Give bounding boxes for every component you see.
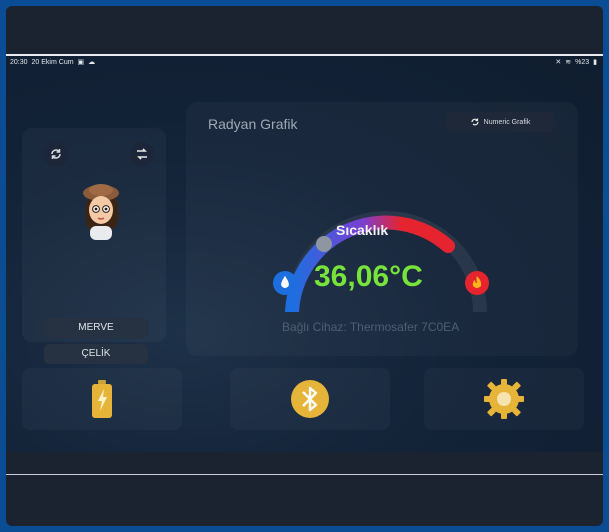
- battery-panel[interactable]: [22, 368, 182, 430]
- battery-icon: [92, 380, 112, 418]
- refresh-button[interactable]: [44, 142, 68, 166]
- battery-percent: %23: [575, 59, 590, 66]
- user-card: MERVE ÇELİK: [22, 128, 166, 364]
- bottom-divider: [6, 474, 603, 475]
- connected-device: Bağlı Cihaz: Thermosafer 7C0EA: [282, 320, 460, 334]
- last-name-pill[interactable]: ÇELİK: [44, 344, 148, 364]
- refresh-icon: [51, 149, 61, 159]
- wifi-icon: ≋: [565, 59, 572, 66]
- temperature-value: 36,06°C: [314, 260, 423, 293]
- settings-gear-icon: [484, 379, 524, 419]
- bluetooth-panel[interactable]: [230, 368, 390, 430]
- status-time: 20:30: [10, 59, 28, 66]
- calendar-icon: ▣: [77, 59, 85, 66]
- gauge-label: Sıcaklık: [336, 222, 389, 238]
- device-frame: 20:30 20 Ekim Cum ▣ ☁ ✕ ≋ %23 ▮ MERVE ÇE…: [6, 6, 603, 526]
- switch-user-button[interactable]: [130, 142, 154, 166]
- mute-icon: ✕: [555, 59, 562, 66]
- settings-panel[interactable]: [424, 368, 584, 430]
- first-name-pill[interactable]: MERVE: [44, 318, 148, 338]
- status-date: 20 Ekim Cum: [31, 59, 74, 66]
- fire-icon: [465, 271, 489, 295]
- avatar-image: [83, 184, 119, 240]
- water-drop-icon: [273, 271, 297, 295]
- numeric-graph-button[interactable]: Numeric Grafik: [446, 112, 554, 132]
- top-band: [6, 6, 603, 54]
- refresh-icon: [471, 118, 479, 126]
- numeric-graph-label: Numeric Grafik: [483, 118, 531, 126]
- status-bar: 20:30 20 Ekim Cum ▣ ☁ ✕ ≋ %23 ▮: [6, 56, 603, 70]
- cloud-icon: ☁: [88, 59, 96, 66]
- swap-icon: [137, 148, 147, 160]
- gauge-card-title: Radyan Grafik: [208, 116, 298, 132]
- battery-status-icon: ▮: [593, 59, 597, 66]
- gauge-card: Radyan Grafik Numeric Grafik Sıcaklık 36…: [186, 102, 578, 356]
- bluetooth-icon: [291, 380, 329, 418]
- gauge-handle[interactable]: [316, 236, 332, 252]
- app-screen: 20:30 20 Ekim Cum ▣ ☁ ✕ ≋ %23 ▮ MERVE ÇE…: [6, 56, 603, 452]
